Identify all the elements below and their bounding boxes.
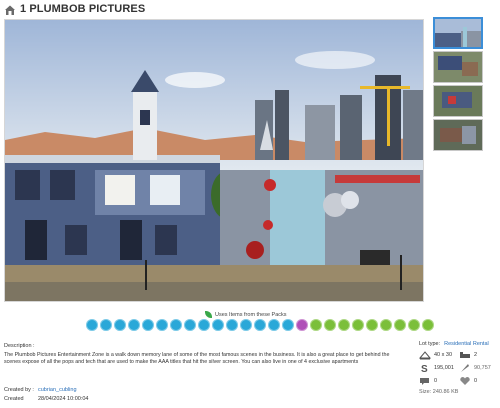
price-stat: S 195,001 xyxy=(419,363,459,375)
thumbnail-4[interactable] xyxy=(433,119,483,151)
pack-icon-22[interactable] xyxy=(380,319,392,331)
description-text: The Plumbob Pictures Entertainment Zone … xyxy=(4,352,390,365)
leaf-icon xyxy=(205,311,212,318)
thumbnail-2[interactable] xyxy=(433,51,483,83)
value2-stat: 90,757 xyxy=(459,363,499,373)
thumbnail-3[interactable] xyxy=(433,85,483,117)
bed-icon xyxy=(459,350,471,360)
pack-icon-24[interactable] xyxy=(408,319,420,331)
bubble-icon xyxy=(419,376,431,386)
value2-value: 90,757 xyxy=(474,365,491,371)
created-by-row: Created by : cubrian_cubling xyxy=(4,387,77,393)
pack-icon-25[interactable] xyxy=(422,319,434,331)
heart-icon xyxy=(459,376,471,386)
page-title: 1 PLUMBOB PICTURES xyxy=(20,3,146,15)
pack-icon-4[interactable] xyxy=(128,319,140,331)
pack-icon-9[interactable] xyxy=(198,319,210,331)
pack-icon-16[interactable] xyxy=(296,319,308,331)
lot-stats: 40 x 30 2 S 195,001 90,757 0 0 xyxy=(418,350,499,386)
feather-icon xyxy=(459,363,471,373)
pack-icon-8[interactable] xyxy=(184,319,196,331)
svg-text:S: S xyxy=(421,364,428,373)
packs-label: Uses Items from these Packs xyxy=(205,311,287,318)
house-icon xyxy=(4,3,16,15)
packs-label-text: Uses Items from these Packs xyxy=(215,311,287,318)
pack-icon-12[interactable] xyxy=(240,319,252,331)
pack-icon-11[interactable] xyxy=(226,319,238,331)
pack-icon-17[interactable] xyxy=(310,319,322,331)
lot-type-row: Lot type: Residential Rental xyxy=(419,341,499,347)
thumbnail-1[interactable] xyxy=(433,17,483,49)
created-label: Created xyxy=(4,396,24,402)
pack-icon-2[interactable] xyxy=(100,319,112,331)
title-bar: 1 PLUMBOB PICTURES xyxy=(0,0,500,18)
lot-info: Lot type: Residential Rental 40 x 30 2 S xyxy=(418,341,499,395)
created-by-label: Created by : xyxy=(4,387,34,393)
created-value: 28/04/2024 10:00:04 xyxy=(38,396,89,402)
pack-icon-20[interactable] xyxy=(352,319,364,331)
pack-icon-19[interactable] xyxy=(338,319,350,331)
pack-icon-15[interactable] xyxy=(282,319,294,331)
simoleon-icon: S xyxy=(419,363,431,375)
pack-icon-21[interactable] xyxy=(366,319,378,331)
main-screenshot[interactable] xyxy=(4,19,424,302)
lot-type-value[interactable]: Residential Rental xyxy=(444,341,489,347)
thumbnail-strip xyxy=(433,17,483,153)
lot-type-label: Lot type: xyxy=(419,341,441,347)
price-value: 195,001 xyxy=(434,365,454,371)
lot-size-stat: 40 x 30 xyxy=(418,350,459,360)
creator-link[interactable]: cubrian_cubling xyxy=(38,387,77,393)
pack-icon-6[interactable] xyxy=(156,319,168,331)
stat-b: 0 xyxy=(459,376,499,386)
pack-icon-23[interactable] xyxy=(394,319,406,331)
stat-b-value: 0 xyxy=(474,378,478,384)
description-heading: Description : xyxy=(4,343,35,349)
stat-a-value: 0 xyxy=(434,378,438,384)
pack-icon-3[interactable] xyxy=(114,319,126,331)
created-row: Created 28/04/2024 10:00:04 xyxy=(4,396,88,402)
lot-detail-page: 1 PLUMBOB PICTURES Uses Items from these… xyxy=(0,0,500,408)
pack-icon-1[interactable] xyxy=(86,319,98,331)
lot-size-icon xyxy=(418,350,432,360)
file-size: Size: 240.86 KB xyxy=(419,389,459,395)
stat-a: 0 xyxy=(419,376,459,386)
packs-row xyxy=(86,319,434,333)
bedrooms-stat: 2 xyxy=(459,350,499,360)
pack-icon-10[interactable] xyxy=(212,319,224,331)
bedrooms-value: 2 xyxy=(474,352,478,358)
pack-icon-14[interactable] xyxy=(268,319,280,331)
pack-icon-18[interactable] xyxy=(324,319,336,331)
pack-icon-13[interactable] xyxy=(254,319,266,331)
lot-size-value: 40 x 30 xyxy=(434,352,453,358)
pack-icon-7[interactable] xyxy=(170,319,182,331)
pack-icon-5[interactable] xyxy=(142,319,154,331)
